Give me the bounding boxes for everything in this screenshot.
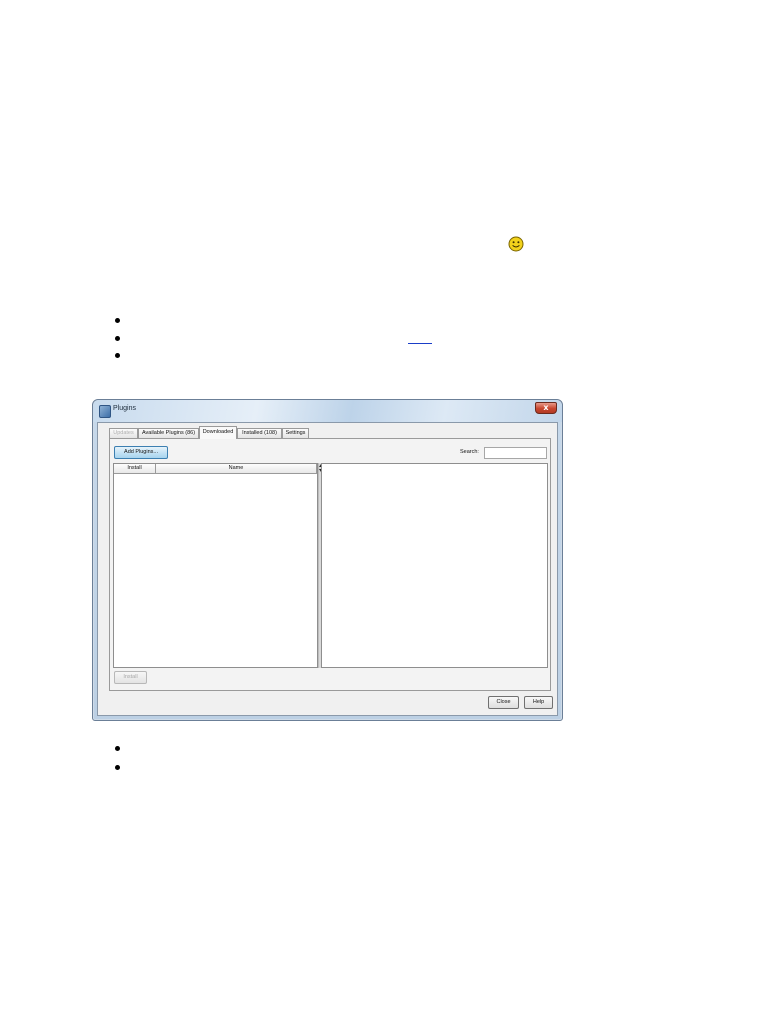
tab-installed[interactable]: Installed (108) (237, 428, 282, 438)
tab-updates[interactable]: Updates (109, 428, 138, 438)
column-header-name[interactable]: Name (156, 464, 317, 474)
plugin-details-pane (321, 463, 548, 668)
plugins-window: Plugins x Updates Available Plugins (86)… (92, 399, 563, 721)
tab-settings[interactable]: Settings (282, 428, 309, 438)
search-label: Search: (460, 449, 479, 455)
smiley-icon (508, 236, 524, 252)
list-bullet (115, 353, 120, 358)
window-close-button[interactable]: x (535, 402, 557, 414)
list-bullet (115, 318, 120, 323)
plugins-window-icon (99, 405, 111, 418)
list-bullet (115, 765, 120, 770)
help-button[interactable]: Help (524, 696, 553, 709)
link-underline[interactable] (408, 343, 432, 344)
downloaded-panel: Add Plugins... Search: Install Name Inst… (109, 438, 551, 691)
window-title: Plugins (113, 405, 136, 412)
search-input[interactable] (484, 447, 547, 459)
plugin-list-table[interactable]: Install Name (113, 463, 318, 668)
add-plugins-button[interactable]: Add Plugins... (114, 446, 168, 459)
dialog-content: Updates Available Plugins (86) Downloade… (97, 422, 558, 716)
install-button[interactable]: Install (114, 671, 147, 684)
close-button[interactable]: Close (488, 696, 519, 709)
tab-available-plugins[interactable]: Available Plugins (86) (138, 428, 199, 438)
tab-downloaded[interactable]: Downloaded (199, 426, 237, 439)
column-header-install[interactable]: Install (114, 464, 156, 474)
title-bar[interactable]: Plugins x (93, 400, 562, 422)
list-bullet (115, 336, 120, 341)
list-bullet (115, 746, 120, 751)
